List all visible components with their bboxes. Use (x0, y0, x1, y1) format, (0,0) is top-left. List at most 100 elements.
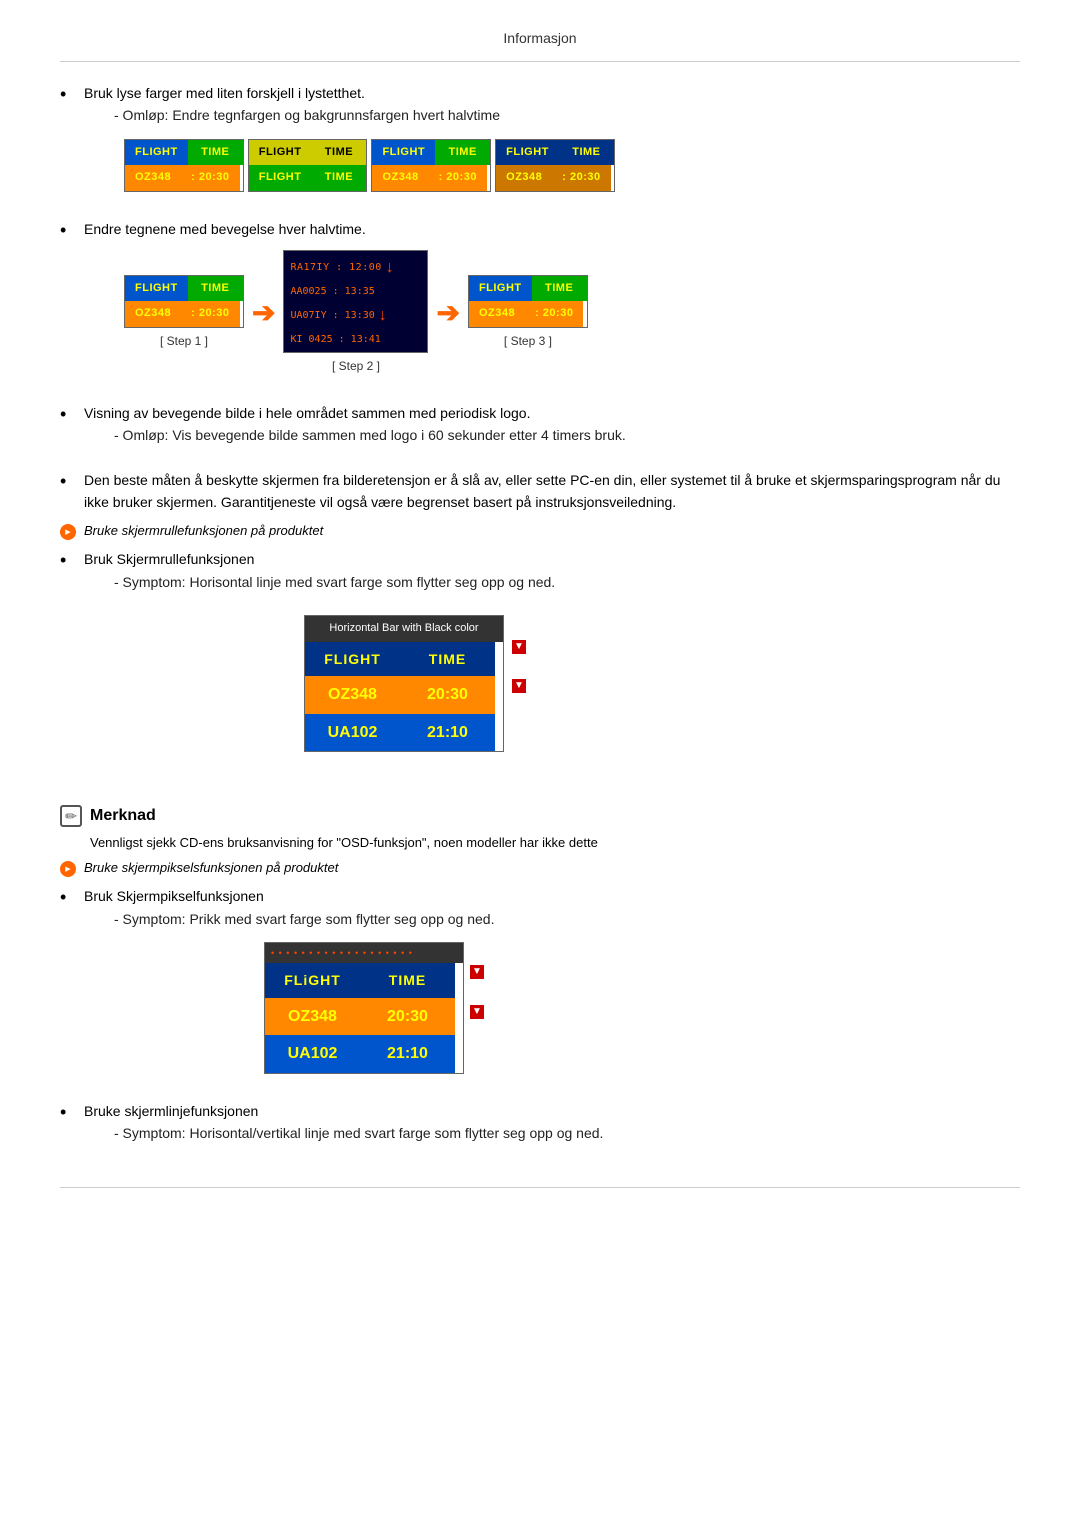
pixel-r3c1: UA102 (265, 1035, 360, 1073)
orange-dot-icon-2 (60, 861, 76, 877)
fd-box4-r1c1: FLIGHT (496, 140, 559, 166)
step2-display: RA17IY : 12:00 ↓ AA0025 : 13:35 UA07IY :… (283, 250, 428, 352)
bullet-item-3: • Visning av bevegende bilde i hele områ… (60, 402, 1020, 459)
step-arrow-2: ➔ (436, 291, 459, 336)
fd-box2-r1c2: TIME (311, 140, 366, 166)
pixel-r1c2: TIME (360, 963, 455, 997)
step3-display: FLIGHT TIME OZ348 : 20:30 (468, 275, 588, 328)
fd-box4-r1c2: TIME (559, 140, 614, 166)
bullet-text-4: Den beste måten å beskytte skjermen fra … (84, 472, 1000, 510)
bullet-text-7: Bruke skjermlinjefunksjonen (84, 1103, 258, 1119)
fd-box2-r1c1: FLIGHT (249, 140, 312, 166)
bullet-text-5: Bruk Skjermrullefunksjonen (84, 551, 254, 567)
step3-label: [ Step 3 ] (504, 332, 552, 351)
fd-box3-r2c2: : 20:30 (429, 165, 487, 191)
fd-box1-r1c2: TIME (188, 140, 243, 166)
sub-item-7: - Symptom: Horisontal/vertikal linje med… (114, 1122, 1020, 1144)
step3-r2c1: OZ348 (469, 301, 525, 327)
diagram-set1: FLIGHT TIME OZ348 : 20:30 FLIGHT TIME (124, 139, 1020, 192)
header-title: Informasjon (503, 30, 576, 46)
sub-item-5: - Symptom: Horisontal linje med svart fa… (114, 571, 1020, 593)
fd-box3-r1c2: TIME (435, 140, 490, 166)
hbar-r3c1: UA102 (305, 714, 400, 752)
bullet-text-3: Visning av bevegende bilde i hele område… (84, 405, 530, 421)
bullet-text-6: Bruk Skjermpikselfunksjonen (84, 888, 264, 904)
step3-r1c1: FLIGHT (469, 276, 532, 302)
hbar-diagram-container: Horizontal Bar with Black color FLIGHT T… (124, 605, 1020, 768)
sub-item-1: - Omløp: Endre tegnfargen og bakgrunnsfa… (114, 104, 1020, 126)
hbar-r1c1: FLIGHT (305, 642, 400, 676)
fd-box3-r1c1: FLIGHT (372, 140, 435, 166)
note-section: ✏ Merknad Vennligst sjekk CD-ens bruksan… (60, 804, 1020, 850)
step1-display: FLIGHT TIME OZ348 : 20:30 (124, 275, 244, 328)
hbar-arrows: ▼ ▼ (512, 605, 526, 705)
pixel-arrow-2: ▼ (470, 1005, 484, 1019)
orange-dot-item-2: Bruke skjermpikselsfunksjonen på produkt… (60, 860, 1020, 877)
fd-box-4: FLIGHT TIME OZ348 : 20:30 (495, 139, 615, 192)
bullet-text-2: Endre tegnene med bevegelse hver halvtim… (84, 221, 366, 237)
hbar-r2c1: OZ348 (305, 676, 400, 714)
pixel-arrows: ▼ ▼ (470, 942, 484, 1032)
bullet-item-6: • Bruk Skjermpikselfunksjonen - Symptom:… (60, 885, 1020, 1090)
step1-r2c2: : 20:30 (181, 301, 239, 327)
fd-box2-r2c2: TIME (311, 165, 366, 191)
hbar-r3c2: 21:10 (400, 714, 495, 752)
hbar-r2c2: 20:30 (400, 676, 495, 714)
bullet-text-1: Bruk lyse farger med liten forskjell i l… (84, 85, 365, 101)
bullet-item-1: • Bruk lyse farger med liten forskjell i… (60, 82, 1020, 208)
hbar-header: Horizontal Bar with Black color (305, 616, 503, 642)
fd-box1-r1c1: FLIGHT (125, 140, 188, 166)
page-header: Informasjon (60, 20, 1020, 62)
pixel-r3c2: 21:10 (360, 1035, 455, 1073)
step-arrow-1: ➔ (252, 291, 275, 336)
pixel-dots-top: • • • • • • • • • • • • • • • • • • • (265, 943, 463, 963)
bullet-item-2: • Endre tegnene med bevegelse hver halvt… (60, 218, 1020, 392)
step1-label: [ Step 1 ] (160, 332, 208, 351)
page-footer (60, 1187, 1020, 1196)
orange-dot-icon-1 (60, 524, 76, 540)
fd-box2-r2c1: FLIGHT (249, 165, 312, 191)
bullet-dot-1: • (60, 82, 80, 107)
orange-dot-item-1: Bruke skjermrullefunksjonen på produktet (60, 523, 1020, 540)
fd-box-2: FLIGHT TIME FLIGHT TIME (248, 139, 368, 192)
sub-item-3: - Omløp: Vis bevegende bilde sammen med … (114, 424, 1020, 446)
bullet-item-4: • Den beste måten å beskytte skjermen fr… (60, 469, 1020, 514)
note-text: Vennligst sjekk CD-ens bruksanvisning fo… (90, 835, 1020, 850)
fd-box1-r2c1: OZ348 (125, 165, 181, 191)
bullet-dot-7: • (60, 1100, 80, 1125)
hbar-r1c2: TIME (400, 642, 495, 676)
hbar-arrow-1: ▼ (512, 640, 526, 654)
step-diagram: FLIGHT TIME OZ348 : 20:30 [ Step 1 ] ➔ (124, 250, 1020, 375)
bullet-dot-5: • (60, 548, 80, 573)
fd-box1-r2c2: : 20:30 (181, 165, 239, 191)
step1-r1c1: FLIGHT (125, 276, 188, 302)
bullet-item-5: • Bruk Skjermrullefunksjonen - Symptom: … (60, 548, 1020, 784)
fd-box-1: FLIGHT TIME OZ348 : 20:30 (124, 139, 244, 192)
hbar-diagram: Horizontal Bar with Black color FLIGHT T… (304, 615, 504, 752)
fd-box4-r2c2: : 20:30 (552, 165, 610, 191)
orange-label-1: Bruke skjermrullefunksjonen på produktet (84, 523, 323, 538)
fd-box3-r2c1: OZ348 (372, 165, 428, 191)
step2-box: RA17IY : 12:00 ↓ AA0025 : 13:35 UA07IY :… (283, 250, 428, 375)
step3-r1c2: TIME (532, 276, 587, 302)
bullet-dot-3: • (60, 402, 80, 427)
fd-box-3: FLIGHT TIME OZ348 : 20:30 (371, 139, 491, 192)
step2-label: [ Step 2 ] (332, 357, 380, 376)
step2-arrow-down2: ↓ (379, 303, 387, 329)
step2-r2-text: UA07IY : 13:30 (290, 308, 374, 324)
pixel-r2c2: 20:30 (360, 998, 455, 1036)
bullet-dot-2: • (60, 218, 80, 243)
step2-r2b-text: KI 0425 : 13:41 (290, 332, 380, 348)
step2-r1-text: RA17IY : 12:00 (290, 260, 381, 276)
fd-box4-r2c1: OZ348 (496, 165, 552, 191)
step3-r2c2: : 20:30 (525, 301, 583, 327)
pixel-r1c1: FLiGHT (265, 963, 360, 997)
note-title: Merknad (90, 807, 156, 825)
orange-label-2: Bruke skjermpikselsfunksjonen på produkt… (84, 860, 338, 875)
pixel-arrow-1: ▼ (470, 965, 484, 979)
step1-r2c1: OZ348 (125, 301, 181, 327)
pixel-diagram-wrapper: • • • • • • • • • • • • • • • • • • • FL… (264, 942, 1020, 1074)
sub-item-6: - Symptom: Prikk med svart farge som fly… (114, 908, 1020, 930)
step1-r1c2: TIME (188, 276, 243, 302)
step1-box: FLIGHT TIME OZ348 : 20:30 [ Step 1 ] (124, 275, 244, 351)
